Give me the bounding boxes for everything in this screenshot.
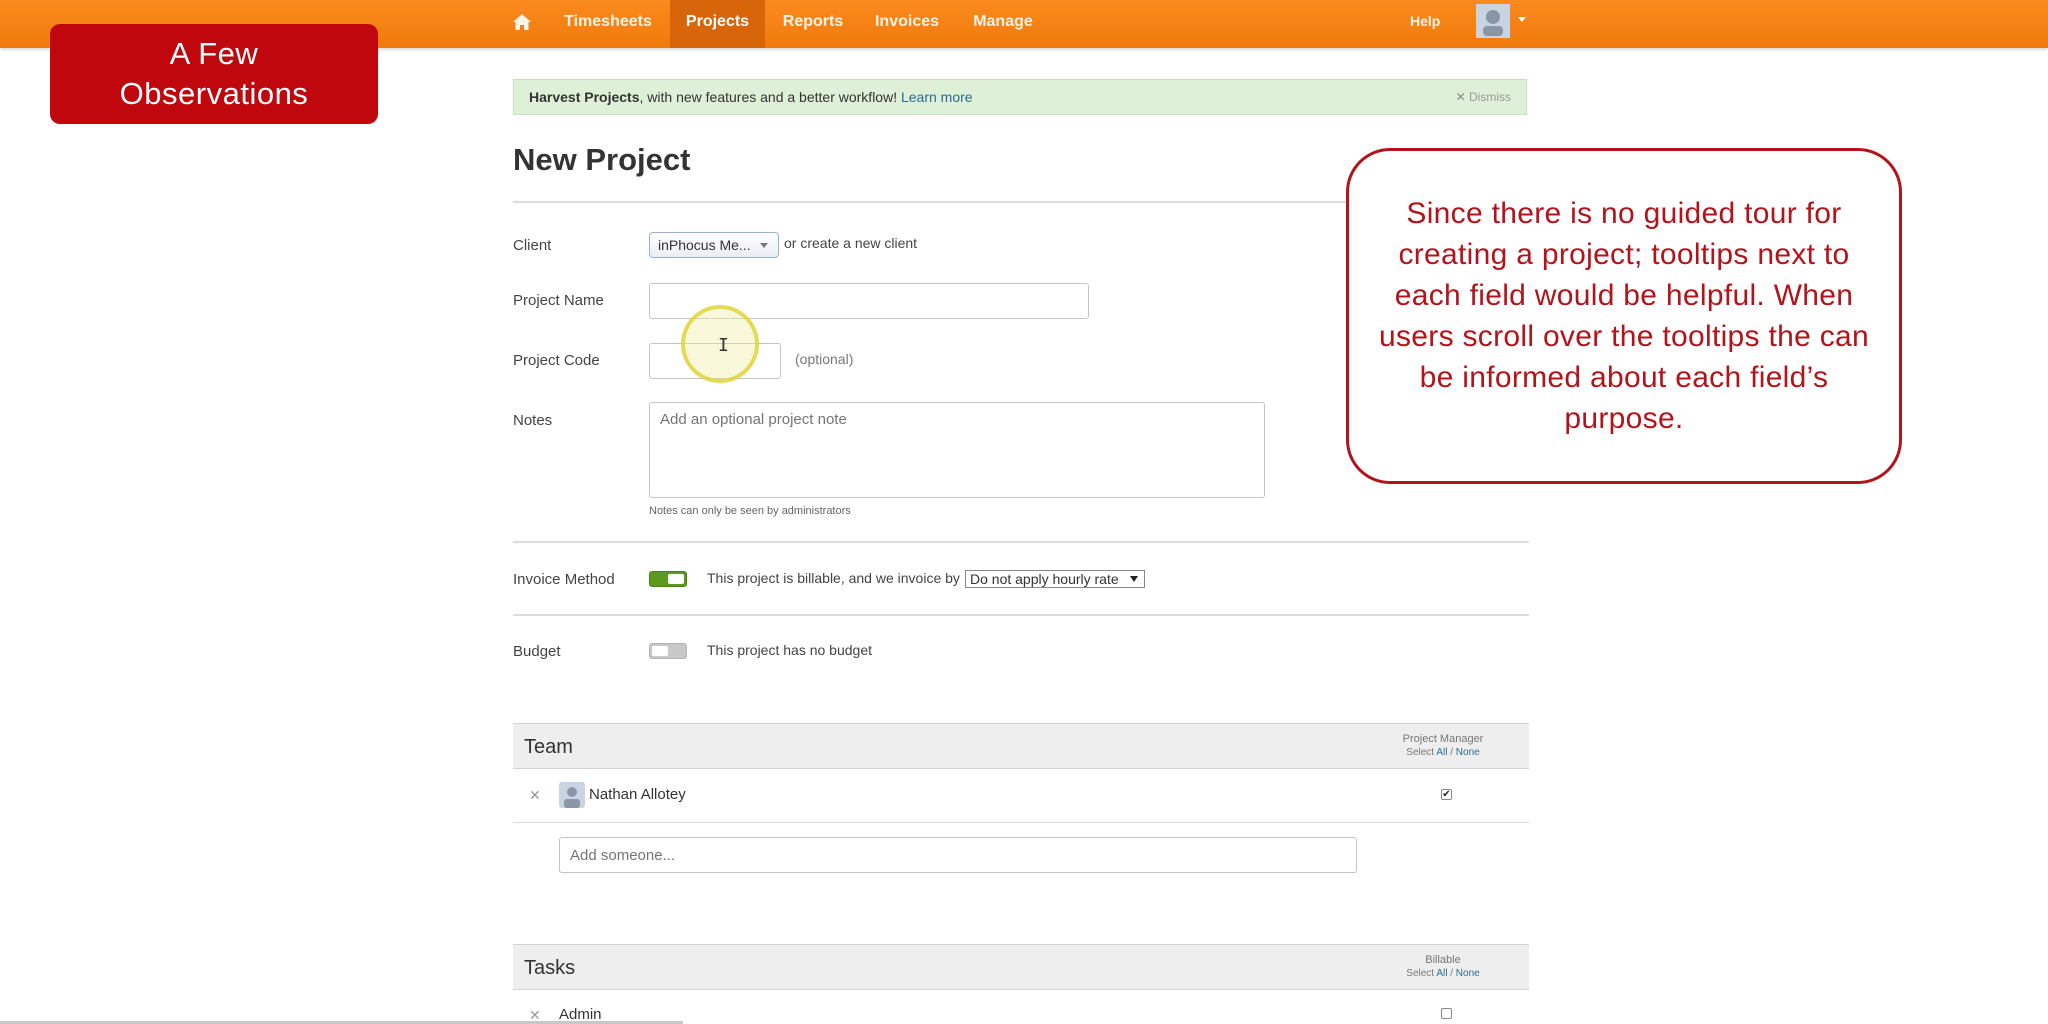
banner-text: , with new features and a better workflo… [639, 89, 901, 105]
create-client-link[interactable]: or create a new client [784, 235, 917, 251]
nav-projects[interactable]: Projects [670, 0, 765, 48]
select-label: Select [1406, 747, 1435, 758]
project-manager-column: Project Manager Select All / None [1373, 732, 1513, 760]
notes-label: Notes [513, 412, 553, 429]
learn-more-link[interactable]: Learn more [901, 89, 973, 105]
nav-timesheets[interactable]: Timesheets [553, 0, 663, 48]
banner-strong: Harvest Projects [529, 89, 640, 105]
notes-help: Notes can only be seen by administrators [649, 505, 851, 517]
client-label: Client [513, 237, 552, 254]
help-link[interactable]: Help [1410, 0, 1440, 42]
budget-toggle[interactable] [649, 643, 687, 659]
dismiss-button[interactable]: ✕ Dismiss [1456, 80, 1511, 114]
client-select-value: inPhocus Me... [658, 237, 751, 253]
home-icon[interactable] [512, 12, 532, 32]
observations-callout: A Few Observations [50, 24, 378, 124]
billable-column: Billable Select All / None [1373, 953, 1513, 981]
chevron-down-icon[interactable] [1518, 17, 1526, 22]
nav-manage[interactable]: Manage [963, 0, 1043, 48]
select-none-link[interactable]: None [1456, 968, 1480, 979]
select-none-link[interactable]: None [1456, 747, 1480, 758]
team-header: Team Project Manager Select All / None [513, 723, 1529, 769]
hourly-rate-select[interactable]: Do not apply hourly rate [965, 570, 1145, 588]
select-all-link[interactable]: All [1436, 747, 1447, 758]
nav-reports[interactable]: Reports [773, 0, 853, 48]
optional-hint: (optional) [795, 351, 854, 367]
member-name: Nathan Allotey [589, 786, 686, 803]
divider [513, 541, 1529, 543]
budget-label: Budget [513, 643, 561, 660]
project-manager-heading: Project Manager [1402, 733, 1484, 745]
add-someone-input[interactable] [559, 837, 1357, 873]
nav-invoices[interactable]: Invoices [866, 0, 948, 48]
billable-heading: Billable [1425, 954, 1461, 966]
select-all-link[interactable]: All [1436, 968, 1447, 979]
remove-member-icon[interactable]: ✕ [529, 787, 541, 804]
user-avatar-icon[interactable] [1476, 4, 1510, 38]
billable-checkbox[interactable] [1441, 1008, 1452, 1019]
notes-textarea[interactable] [649, 402, 1265, 498]
row-divider [513, 822, 1529, 823]
notice-banner: Harvest Projects, with new features and … [513, 79, 1527, 115]
observations-title: A Few Observations [119, 36, 309, 111]
invoice-method-label: Invoice Method [513, 571, 615, 588]
client-select[interactable]: inPhocus Me... [649, 232, 779, 258]
invoice-text: This project is billable, and we invoice… [707, 570, 960, 586]
chevron-down-icon [1130, 576, 1138, 582]
tasks-title: Tasks [524, 957, 576, 979]
project-name-label: Project Name [513, 292, 604, 309]
tooltip-suggestion-text: Since there is no guided tour for creati… [1379, 197, 1869, 435]
tooltip-suggestion-callout: Since there is no guided tour for creati… [1346, 148, 1902, 484]
team-title: Team [524, 736, 573, 758]
project-code-label: Project Code [513, 352, 600, 369]
budget-text: This project has no budget [707, 642, 872, 658]
member-avatar-icon [559, 782, 585, 808]
hourly-rate-value: Do not apply hourly rate [970, 571, 1119, 587]
billable-toggle[interactable] [649, 571, 687, 587]
select-label: Select [1406, 968, 1435, 979]
divider [513, 614, 1529, 616]
dismiss-label: Dismiss [1469, 90, 1511, 104]
page-title: New Project [513, 142, 691, 177]
close-icon: ✕ [1455, 90, 1469, 104]
chevron-down-icon [760, 243, 768, 248]
project-manager-checkbox[interactable]: ✔ [1441, 789, 1452, 800]
text-cursor-icon: I [718, 335, 729, 356]
tasks-header: Tasks Billable Select All / None [513, 944, 1529, 990]
